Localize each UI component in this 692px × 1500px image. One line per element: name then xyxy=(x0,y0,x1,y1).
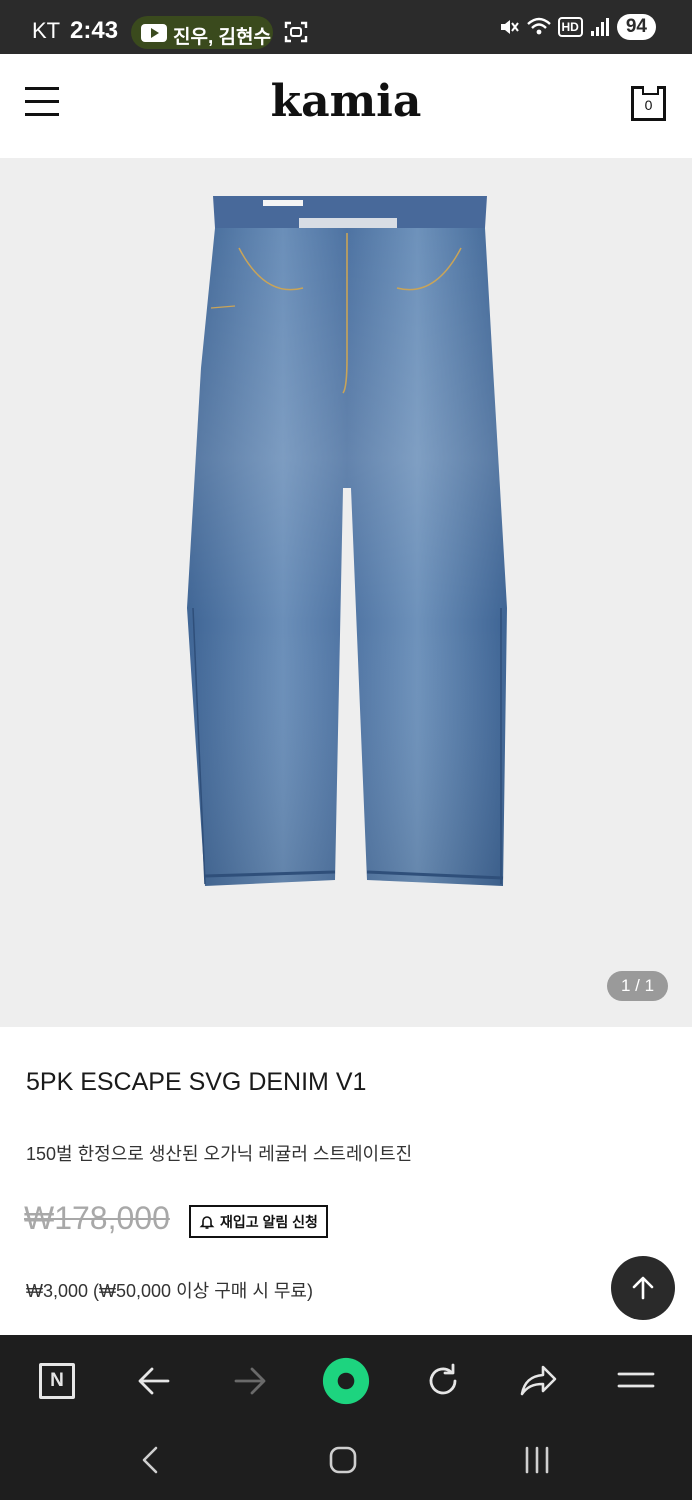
system-back-icon[interactable] xyxy=(138,1445,162,1475)
status-icons: HD 94 xyxy=(498,14,656,40)
product-price: ₩178,000 xyxy=(24,1200,170,1236)
browser-toolbar: N xyxy=(0,1335,692,1500)
restock-alert-button[interactable]: 재입고 알림 신청 xyxy=(189,1205,328,1238)
youtube-icon xyxy=(141,24,167,42)
jeans-product-image xyxy=(187,196,507,886)
naver-n-button[interactable]: N xyxy=(33,1357,81,1405)
system-home-icon[interactable] xyxy=(328,1445,358,1475)
wifi-icon xyxy=(526,17,551,35)
scroll-to-top-button[interactable] xyxy=(611,1256,675,1320)
browser-forward-button[interactable] xyxy=(226,1357,274,1405)
media-notification-pill[interactable]: 진우, 김현수 xyxy=(131,16,273,49)
product-description: 150벌 한정으로 생산된 오가닉 레귤러 스트레이트진 xyxy=(26,1144,413,1164)
screenshot-icon xyxy=(284,21,308,43)
clock: 2:43 xyxy=(70,17,119,44)
cart-count: 0 xyxy=(644,97,653,113)
browser-refresh-button[interactable] xyxy=(419,1357,467,1405)
browser-share-button[interactable] xyxy=(515,1357,563,1405)
shipping-info: ₩3,000 (₩50,000 이상 구매 시 무료) xyxy=(26,1281,313,1301)
site-logo[interactable]: kamia xyxy=(0,76,692,127)
back-arrow-icon xyxy=(138,1367,170,1395)
browser-menu-button[interactable] xyxy=(612,1357,660,1405)
menu-icon xyxy=(617,1372,655,1388)
hd-badge: HD xyxy=(557,17,583,37)
image-page-indicator: 1 / 1 xyxy=(607,971,668,1001)
naver-n-icon: N xyxy=(39,1363,75,1399)
browser-back-button[interactable] xyxy=(130,1357,178,1405)
forward-arrow-icon xyxy=(234,1367,266,1395)
home-circle-icon xyxy=(322,1357,370,1405)
system-nav-bar xyxy=(0,1435,692,1485)
system-recents-icon[interactable] xyxy=(522,1445,552,1475)
battery-level: 94 xyxy=(616,14,656,40)
browser-home-button[interactable] xyxy=(322,1357,370,1405)
restock-alert-label: 재입고 알림 신청 xyxy=(220,1213,318,1230)
arrow-up-icon xyxy=(632,1276,654,1300)
product-image-gallery[interactable]: 1 / 1 xyxy=(0,158,692,1027)
notification-text: 진우, 김현수 xyxy=(173,27,271,48)
carrier-label: KT xyxy=(32,18,61,43)
bell-icon xyxy=(199,1215,215,1229)
status-bar: KT 2:43 진우, 김현수 HD 94 xyxy=(0,0,692,54)
product-title: 5PK ESCAPE SVG DENIM V1 xyxy=(26,1068,367,1096)
signal-icon xyxy=(590,18,609,36)
site-header: kamia 0 xyxy=(0,54,692,158)
share-icon xyxy=(520,1365,557,1396)
refresh-icon xyxy=(429,1363,457,1395)
mute-icon xyxy=(500,20,519,34)
cart-bag-icon[interactable]: 0 xyxy=(631,86,666,121)
